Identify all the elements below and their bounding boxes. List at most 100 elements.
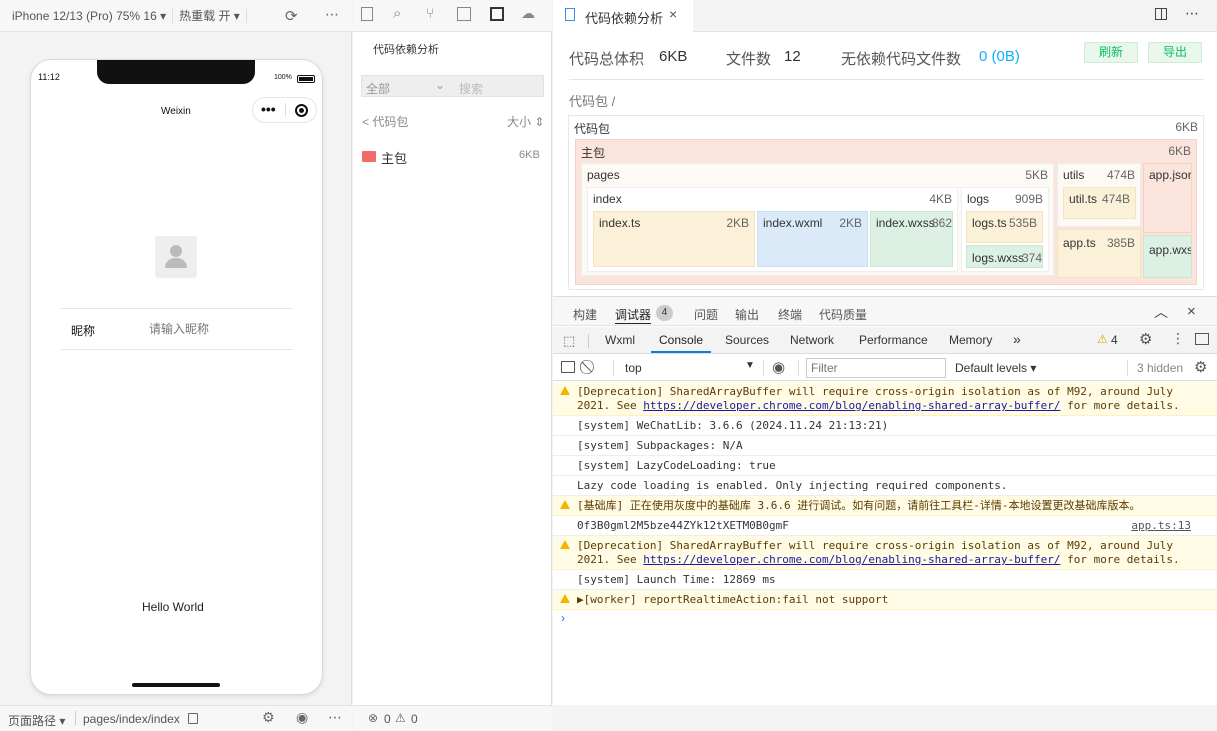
- treemap-app-wxss[interactable]: app.wxs: [1143, 235, 1192, 278]
- kebab-icon[interactable]: ⋮: [1171, 330, 1185, 347]
- refresh-button[interactable]: 刷新: [1084, 42, 1138, 63]
- dock-icon[interactable]: [1195, 333, 1209, 345]
- extensions-icon[interactable]: [457, 7, 471, 21]
- debugger-badge: 4: [656, 305, 673, 321]
- nickname-input[interactable]: [149, 319, 289, 339]
- error-count[interactable]: 0: [384, 712, 391, 726]
- bug-icon[interactable]: ⚙: [262, 709, 275, 726]
- tab-memory[interactable]: Memory: [949, 333, 992, 347]
- tab-analysis[interactable]: 代码依赖分析 ×: [553, 0, 693, 32]
- treemap-logs-wxss[interactable]: logs.wxss 374: [966, 245, 1043, 268]
- no-dep-value[interactable]: 0 (0B): [979, 48, 1020, 65]
- warning-count[interactable]: 0: [411, 712, 418, 726]
- console-message[interactable]: ▶[worker] reportRealtimeAction:fail not …: [553, 590, 1217, 610]
- capsule-close-icon[interactable]: [295, 104, 308, 117]
- capsule-more-icon[interactable]: •••: [261, 101, 276, 117]
- console-message[interactable]: [Deprecation] SharedArrayBuffer will req…: [553, 536, 1217, 570]
- device-selector[interactable]: iPhone 12/13 (Pro) 75% 16 ▾: [12, 9, 166, 23]
- warning-count[interactable]: 4: [1111, 333, 1118, 347]
- list-item-label: 主包: [381, 151, 408, 166]
- tab-network[interactable]: Network: [790, 333, 834, 347]
- console-message[interactable]: [Deprecation] SharedArrayBuffer will req…: [553, 382, 1217, 416]
- tab-console-indicator: [651, 351, 711, 353]
- message-text: [基础库] 正在使用灰度中的基础库 3.6.6 进行调试。如有问题，请前往工具栏…: [577, 499, 1141, 512]
- search-icon[interactable]: ⌕: [393, 5, 401, 22]
- chevron-down-icon[interactable]: ⌄: [435, 78, 445, 92]
- back-link[interactable]: < 代码包: [362, 113, 408, 130]
- rotate-icon[interactable]: ⟳: [285, 7, 298, 25]
- tile-label: app.ts: [1063, 236, 1096, 250]
- filter-input[interactable]: [806, 358, 946, 378]
- warning-icon: [560, 540, 570, 549]
- analysis-sidebar: ⌕ ⑂ ☁ 代码依赖分析 全部 ⌄ 搜索 < 代码包 大小 ⇕ 主包 6KB ⊗…: [353, 0, 552, 731]
- list-item[interactable]: 主包 6KB: [353, 142, 552, 168]
- nav-title: Weixin: [161, 106, 191, 117]
- page-path-selector[interactable]: 页面路径 ▾: [8, 712, 65, 729]
- search-input[interactable]: 搜索: [459, 80, 483, 97]
- eye-icon[interactable]: ◉: [772, 358, 785, 376]
- chevron-down-icon[interactable]: ▼: [745, 360, 755, 371]
- hot-reload-toggle[interactable]: 热重载 开 ▾: [179, 7, 240, 24]
- tile-size: 6KB: [1168, 144, 1191, 158]
- export-button[interactable]: 导出: [1148, 42, 1202, 63]
- divider: [245, 8, 247, 23]
- tab-terminal[interactable]: 终端: [778, 306, 802, 323]
- analysis-icon[interactable]: [490, 7, 504, 21]
- tile-size: 5KB: [1025, 168, 1048, 182]
- treemap-index-ts[interactable]: index.ts 2KB: [593, 211, 755, 267]
- levels-select[interactable]: Default levels ▾: [955, 361, 1036, 375]
- breadcrumb[interactable]: 代码包 /: [569, 91, 615, 110]
- tab-debugger[interactable]: 调试器: [615, 306, 652, 324]
- tab-build[interactable]: 构建: [573, 306, 597, 323]
- sort-toggle[interactable]: 大小 ⇕: [507, 113, 544, 130]
- git-icon[interactable]: ⑂: [426, 5, 434, 21]
- tile-label: logs: [967, 192, 990, 206]
- docker-icon[interactable]: ☁: [521, 5, 535, 22]
- more-icon[interactable]: ⋯: [325, 6, 339, 23]
- message-link[interactable]: https://developer.chrome.com/blog/enabli…: [643, 399, 1060, 412]
- source-link[interactable]: app.ts:13: [1131, 519, 1191, 533]
- settings-icon[interactable]: ⚙: [1139, 330, 1152, 348]
- hello-text: Hello World: [142, 600, 204, 614]
- inspect-icon[interactable]: ⬚: [563, 333, 575, 349]
- more-icon[interactable]: ⋯: [1185, 5, 1199, 22]
- console-prompt[interactable]: ›: [561, 611, 565, 625]
- close-icon[interactable]: ×: [1187, 303, 1196, 320]
- tile-label: utils: [1063, 168, 1085, 182]
- close-icon[interactable]: ×: [669, 6, 677, 22]
- tab-label: 代码依赖分析: [585, 11, 664, 26]
- tab-problems[interactable]: 问题: [694, 306, 718, 323]
- filter-select[interactable]: 全部: [366, 80, 390, 97]
- tab-sources[interactable]: Sources: [725, 333, 769, 347]
- split-editor-icon[interactable]: [1155, 8, 1167, 20]
- tab-output[interactable]: 输出: [735, 306, 759, 323]
- tab-code-quality[interactable]: 代码质量: [819, 306, 867, 323]
- copy-icon[interactable]: [188, 713, 198, 724]
- tab-console[interactable]: Console: [659, 333, 703, 347]
- message-link[interactable]: https://developer.chrome.com/blog/enabli…: [643, 553, 1060, 566]
- editor-tab-bar: 代码依赖分析 × ⋯: [553, 0, 1217, 32]
- treemap-index-wxml[interactable]: index.wxml 2KB: [757, 211, 868, 267]
- tab-wxml[interactable]: Wxml: [605, 333, 635, 347]
- more-icon[interactable]: ⋯: [328, 709, 342, 726]
- avatar-button[interactable]: [155, 236, 197, 278]
- capsule-menu[interactable]: •••: [252, 97, 317, 123]
- treemap-logs-ts[interactable]: logs.ts 535B: [966, 211, 1043, 243]
- more-tabs-icon[interactable]: »: [1013, 331, 1021, 347]
- files-icon[interactable]: [361, 7, 373, 21]
- treemap-index-wxss[interactable]: index.wxss 862: [870, 211, 953, 267]
- sidebar-toggle-icon[interactable]: [561, 361, 575, 373]
- tile-label: app.jsor: [1149, 168, 1192, 182]
- settings-icon[interactable]: ⚙: [1194, 358, 1207, 376]
- eye-icon[interactable]: ◉: [296, 709, 308, 726]
- chevron-up-icon[interactable]: ︿: [1154, 302, 1168, 322]
- treemap-util-ts[interactable]: util.ts 474B: [1063, 187, 1136, 219]
- message-tail: for more details.: [1060, 553, 1180, 566]
- treemap-app-json[interactable]: app.jsor: [1143, 163, 1192, 233]
- treemap-app-ts[interactable]: app.ts 385B: [1057, 229, 1141, 278]
- context-select[interactable]: top: [625, 361, 642, 375]
- console-message: [system] Subpackages: N/A: [553, 436, 1217, 456]
- home-indicator: [132, 683, 220, 687]
- console-message: Lazy code loading is enabled. Only injec…: [553, 476, 1217, 496]
- tab-performance[interactable]: Performance: [859, 333, 928, 347]
